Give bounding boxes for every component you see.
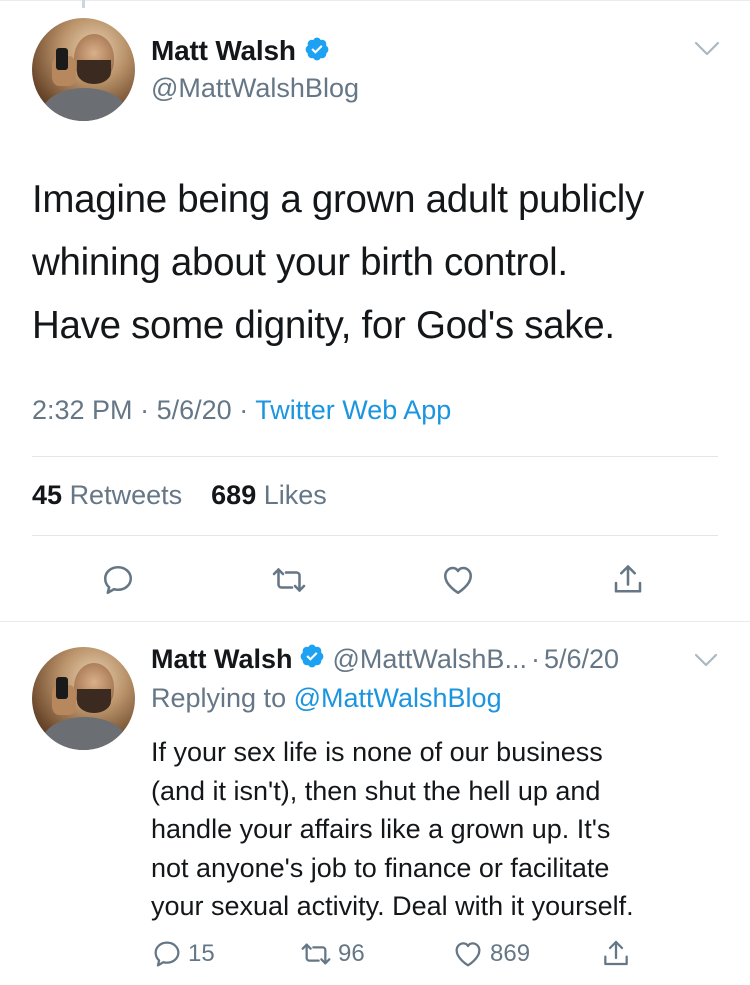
author-name[interactable]: Matt Walsh bbox=[151, 35, 296, 67]
author-name-row[interactable]: Matt Walsh bbox=[151, 35, 330, 67]
retweet-icon[interactable] bbox=[300, 938, 332, 970]
tweet-text-line: If your sex life is none of our business bbox=[151, 737, 603, 767]
avatar-shirt bbox=[42, 717, 127, 750]
share-icon[interactable] bbox=[610, 562, 646, 598]
divider bbox=[32, 535, 718, 536]
avatar[interactable] bbox=[32, 18, 135, 121]
tweet-date[interactable]: 5/6/20 bbox=[157, 395, 232, 425]
tweet-metadata: 2:32 PM · 5/6/20 · Twitter Web App bbox=[32, 395, 451, 426]
replying-to: Replying to @MattWalshBlog bbox=[151, 683, 502, 714]
retweets-label: Retweets bbox=[69, 480, 183, 510]
replying-to-label: Replying to bbox=[151, 683, 287, 713]
divider bbox=[32, 456, 718, 457]
tweet-thread-page: Matt Walsh @MattWalshBlog Imagine being … bbox=[0, 0, 750, 985]
meta-separator: · bbox=[140, 395, 150, 425]
tweet-text-line: handle your affairs like a grown up. It'… bbox=[151, 814, 611, 845]
author-handle[interactable]: @MattWalshB... bbox=[333, 644, 527, 675]
avatar-phone bbox=[56, 677, 68, 699]
reply-header: Matt Walsh @MattWalshB... · 5/6/20 bbox=[151, 643, 619, 676]
tweet-text-line: not anyone's job to finance or facilitat… bbox=[151, 852, 610, 883]
avatar-phone bbox=[56, 48, 68, 70]
tweet-text-line: Have some dignity, for God's sake. bbox=[32, 304, 615, 347]
chevron-down-icon[interactable] bbox=[694, 652, 718, 668]
verified-badge-icon bbox=[299, 643, 325, 676]
verified-badge-icon bbox=[304, 36, 330, 67]
meta-separator: · bbox=[239, 395, 249, 425]
retweet-icon[interactable] bbox=[271, 562, 307, 598]
likes-count: 689 bbox=[211, 480, 257, 510]
like-icon[interactable] bbox=[440, 562, 476, 598]
reply-count: 15 bbox=[188, 940, 215, 967]
retweet-count: 96 bbox=[338, 940, 365, 967]
share-icon[interactable] bbox=[600, 938, 632, 970]
chevron-down-icon[interactable] bbox=[694, 40, 720, 58]
like-count: 869 bbox=[490, 940, 531, 967]
likes-stat[interactable]: 689 Likes bbox=[211, 480, 327, 510]
avatar-beard bbox=[77, 60, 111, 84]
reply-icon[interactable] bbox=[151, 938, 183, 970]
author-handle[interactable]: @MattWalshBlog bbox=[151, 73, 359, 104]
tweet-text-line: your sexual activity. Deal with it yours… bbox=[151, 891, 634, 922]
tweet-date[interactable]: 5/6/20 bbox=[544, 644, 619, 675]
tweet-text: Imagine being a grown adult publicly whi… bbox=[32, 168, 722, 357]
replying-to-mention[interactable]: @MattWalshBlog bbox=[294, 683, 502, 713]
like-icon[interactable] bbox=[452, 938, 484, 970]
tweet-text: If your sex life is none of our business… bbox=[151, 733, 731, 926]
reply-icon[interactable] bbox=[100, 562, 136, 598]
main-tweet: Matt Walsh @MattWalshBlog Imagine being … bbox=[0, 0, 750, 622]
tweet-time[interactable]: 2:32 PM bbox=[32, 395, 133, 425]
retweets-stat[interactable]: 45 Retweets bbox=[32, 480, 190, 510]
avatar-shirt bbox=[42, 88, 127, 121]
tweet-stats: 45 Retweets 689 Likes bbox=[32, 480, 327, 511]
retweets-count: 45 bbox=[32, 480, 63, 510]
avatar[interactable] bbox=[32, 647, 135, 750]
likes-label: Likes bbox=[263, 480, 327, 510]
meta-separator: · bbox=[530, 644, 540, 674]
tweet-source-link[interactable]: Twitter Web App bbox=[255, 395, 451, 425]
tweet-text-line: whining about your birth control. bbox=[32, 241, 568, 284]
author-name[interactable]: Matt Walsh bbox=[151, 644, 293, 675]
tweet-separator bbox=[0, 621, 750, 622]
avatar-beard bbox=[77, 689, 111, 713]
tweet-text-line: Imagine being a grown adult publicly bbox=[32, 178, 645, 221]
tweet-text-line: (and it isn't), then shut the hell up an… bbox=[151, 775, 601, 806]
